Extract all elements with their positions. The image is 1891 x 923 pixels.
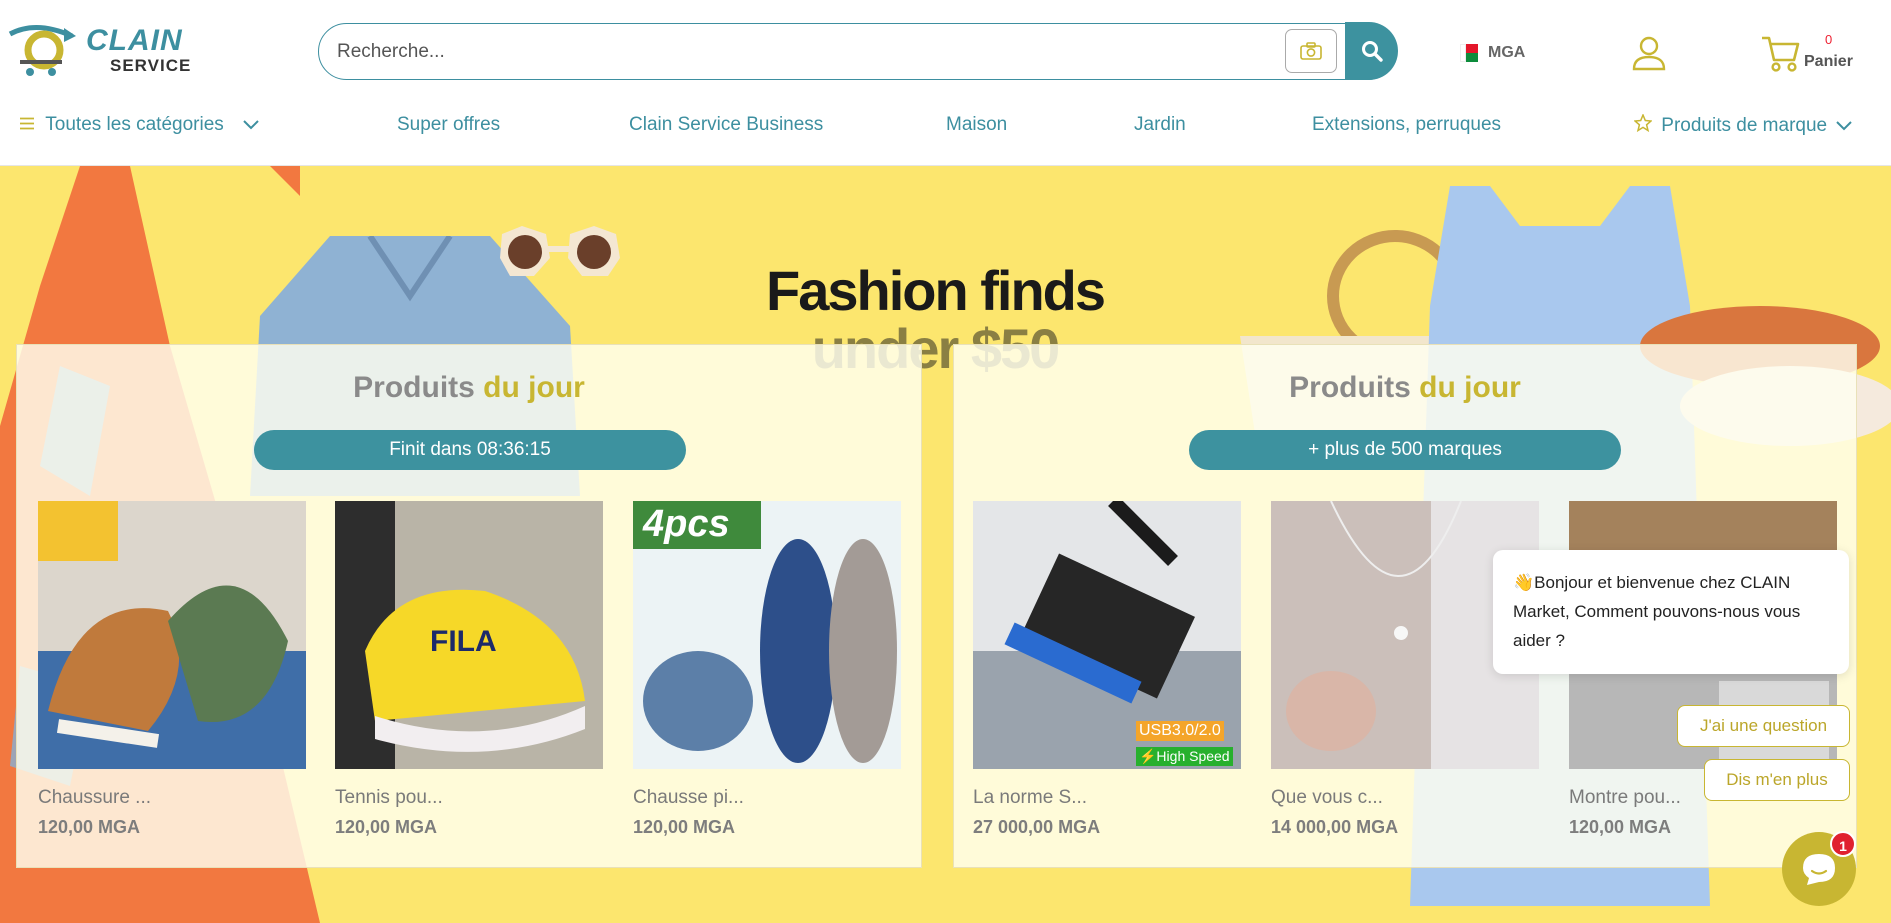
product-card[interactable]: 4pcs Chausse pi... 120,00 MGA xyxy=(633,501,901,838)
main-nav: Toutes les catégories Super offres Clain… xyxy=(0,108,1891,142)
site-header: CLAIN SERVICE MGA xyxy=(0,0,1891,166)
chat-unread-badge: 1 xyxy=(1830,831,1856,857)
product-name[interactable]: Chaussure ... xyxy=(38,787,306,809)
product-name[interactable]: Tennis pou... xyxy=(335,787,603,809)
product-name[interactable]: Chausse pi... xyxy=(633,787,901,809)
hero-banner[interactable]: Fashion finds under $50 Produits du jour… xyxy=(0,166,1891,923)
product-price: 120,00 MGA xyxy=(38,817,141,837)
usb-badge: USB3.0/2.0 xyxy=(1136,721,1224,741)
image-search-button[interactable] xyxy=(1285,29,1337,73)
nav-label: Toutes les catégories xyxy=(45,114,224,136)
cart-count: 0 xyxy=(1825,32,1833,47)
nav-label: Clain Service Business xyxy=(629,114,824,135)
cart-label: Panier xyxy=(1804,53,1853,70)
logo-text: CLAIN xyxy=(86,24,183,57)
search-button[interactable] xyxy=(1345,22,1398,80)
cart-button[interactable]: 0 Panier xyxy=(1760,30,1880,80)
product-price: 27 000,00 MGA xyxy=(973,817,1101,837)
account-button[interactable] xyxy=(1630,34,1668,72)
countdown-pill[interactable]: Finit dans 08:36:15 xyxy=(254,430,686,470)
chevron-down-icon xyxy=(243,114,259,136)
nav-brand-products[interactable]: Produits de marque xyxy=(1633,113,1853,138)
product-price: 120,00 MGA xyxy=(1569,817,1672,837)
site-logo[interactable]: CLAIN SERVICE xyxy=(6,22,196,80)
cart-icon xyxy=(1762,36,1800,72)
nav-all-categories[interactable]: Toutes les catégories xyxy=(20,114,259,136)
menu-icon xyxy=(20,114,34,136)
promo-badge: 4pcs xyxy=(643,503,730,545)
sneaker-image xyxy=(38,501,306,769)
search-input[interactable] xyxy=(337,38,1277,66)
search-icon xyxy=(1361,41,1383,62)
yellow-sneaker-image: FILA xyxy=(335,501,603,769)
product-card[interactable]: USB3.0/2.0 ⚡High Speed La norme S... 27 … xyxy=(973,501,1241,838)
title-accent: du jour xyxy=(483,371,585,404)
nav-super-offres[interactable]: Super offres xyxy=(397,114,500,136)
product-card[interactable]: Chaussure ... 120,00 MGA xyxy=(38,501,306,838)
chat-option-question[interactable]: J'ai une question xyxy=(1677,705,1850,747)
product-price: 120,00 MGA xyxy=(633,817,736,837)
nav-jardin[interactable]: Jardin xyxy=(1134,114,1186,136)
title-main: Produits xyxy=(1289,371,1411,404)
chat-icon xyxy=(1803,854,1835,885)
product-price: 14 000,00 MGA xyxy=(1271,817,1399,837)
camera-icon xyxy=(1300,42,1322,60)
nav-label: Jardin xyxy=(1134,114,1186,135)
title-main: Produits xyxy=(353,371,475,404)
search-bar xyxy=(318,22,1398,80)
hero-title-line1: Fashion finds xyxy=(766,259,1106,322)
title-accent: du jour xyxy=(1419,371,1521,404)
logo-subtext: SERVICE xyxy=(110,56,192,75)
chat-option-more[interactable]: Dis m'en plus xyxy=(1704,759,1850,801)
brands-pill[interactable]: + plus de 500 marques xyxy=(1189,430,1621,470)
speed-badge: ⚡High Speed xyxy=(1136,747,1233,766)
nav-label: Super offres xyxy=(397,114,501,135)
product-image[interactable]: FILA xyxy=(335,501,603,769)
star-icon xyxy=(1633,113,1653,138)
product-image[interactable]: USB3.0/2.0 ⚡High Speed xyxy=(973,501,1241,769)
nav-maison[interactable]: Maison xyxy=(946,114,1007,136)
product-card[interactable]: FILA Tennis pou... 120,00 MGA xyxy=(335,501,603,838)
nav-label: Maison xyxy=(946,114,1008,135)
currency-label: MGA xyxy=(1488,44,1526,61)
deals-card-title: Produits du jour xyxy=(17,371,921,405)
svg-text:FILA: FILA xyxy=(430,625,497,658)
product-name[interactable]: La norme S... xyxy=(973,787,1241,809)
sunglasses-illustration xyxy=(500,226,620,276)
product-price: 120,00 MGA xyxy=(335,817,438,837)
product-image[interactable]: 4pcs xyxy=(633,501,901,769)
chat-welcome-message: 👋Bonjour et bienvenue chez CLAIN Market,… xyxy=(1493,550,1849,674)
nav-extensions[interactable]: Extensions, perruques xyxy=(1312,114,1501,136)
product-name[interactable]: Que vous c... xyxy=(1271,787,1539,809)
nav-label: Produits de marque xyxy=(1661,115,1828,137)
nav-business[interactable]: Clain Service Business xyxy=(629,114,823,136)
nav-label: Extensions, perruques xyxy=(1312,114,1502,135)
deals-card: Produits du jour Finit dans 08:36:15 Cha… xyxy=(16,344,922,868)
brands-card-title: Produits du jour xyxy=(954,371,1856,405)
logo-cart-icon xyxy=(8,24,76,76)
chevron-down-icon xyxy=(1836,115,1853,137)
madagascar-flag-icon xyxy=(1460,44,1478,62)
product-image[interactable] xyxy=(38,501,306,769)
currency-selector[interactable]: MGA xyxy=(1460,44,1525,62)
user-icon xyxy=(1632,36,1666,71)
